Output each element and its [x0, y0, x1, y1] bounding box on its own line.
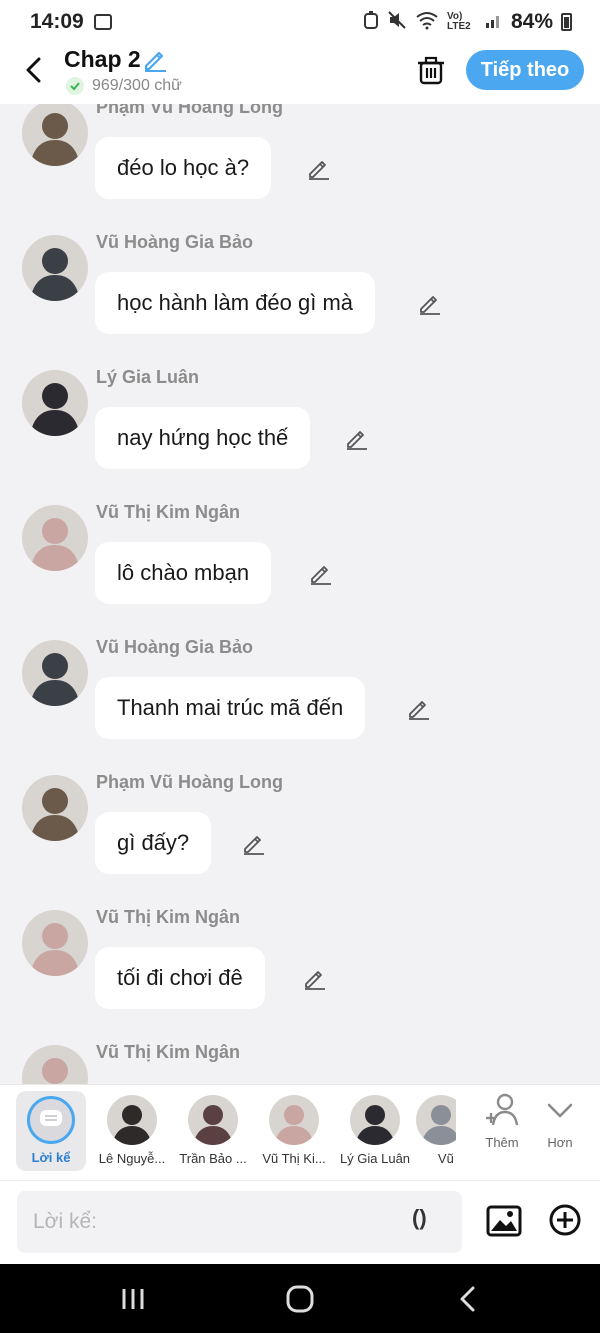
avatar[interactable]: [22, 370, 88, 436]
system-back-button[interactable]: [448, 1284, 488, 1314]
mute-icon: [387, 10, 407, 35]
home-button[interactable]: [280, 1284, 320, 1314]
status-time: 14:09: [30, 10, 84, 33]
character-label: Lý Gia Luân: [339, 1151, 411, 1166]
edit-message-icon[interactable]: [418, 291, 442, 315]
add-label: Thêm: [485, 1135, 519, 1150]
back-chevron-icon: [460, 1286, 475, 1312]
character-label: Trần Bảo ...: [179, 1151, 247, 1166]
image-icon[interactable]: [486, 1203, 522, 1239]
chevron-left-icon: [26, 57, 41, 83]
avatar[interactable]: [22, 505, 88, 571]
message-bubble[interactable]: nay hứng học thế: [95, 407, 311, 469]
message-list: Phạm Vũ Hoàng Long đéo lo học à? Vũ Hoàng …: [0, 104, 600, 1084]
edit-message-icon[interactable]: [345, 426, 369, 450]
more-button[interactable]: Hơn: [532, 1093, 588, 1150]
chapter-title[interactable]: Chap 2: [64, 46, 141, 73]
alarm-icon: [363, 10, 379, 35]
message-bubble[interactable]: học hành làm đéo gì mà: [95, 272, 376, 334]
home-icon: [286, 1285, 314, 1313]
message-bubble[interactable]: đéo lo học à?: [95, 137, 272, 199]
sender-name: Lý Gia Luân: [96, 367, 200, 387]
message-row: Vũ Thị Kim Ngân lô chào mbạn: [0, 502, 600, 637]
back-button[interactable]: [18, 52, 50, 88]
character-item[interactable]: Vũ Thị Ki...: [254, 1091, 334, 1171]
message-row: Phạm Vũ Hoàng Long gì đấy?: [0, 772, 600, 907]
parenthesis-button[interactable]: (): [412, 1205, 427, 1231]
sender-name: Vũ Thị Kim Ngân: [96, 1042, 240, 1062]
character-avatar: [269, 1095, 319, 1145]
wifi-icon: [415, 10, 439, 35]
trash-icon[interactable]: [414, 54, 448, 88]
message-row: Vũ Thị Kim Ngân: [0, 1042, 600, 1084]
chevron-down-icon: [547, 1103, 573, 1118]
avatar[interactable]: [22, 1045, 88, 1084]
edit-title-icon[interactable]: [142, 46, 168, 72]
recent-apps-icon: [122, 1289, 144, 1309]
next-button[interactable]: Tiếp theo: [466, 50, 584, 90]
avatar[interactable]: [22, 104, 88, 166]
status-icons: Vo) LTE2 84%: [363, 10, 572, 35]
add-character-button[interactable]: Thêm: [474, 1093, 530, 1150]
message-bubble[interactable]: Thanh mai trúc mã đến: [95, 677, 366, 739]
character-avatar: [350, 1095, 400, 1145]
narration-input[interactable]: [17, 1191, 462, 1253]
character-item[interactable]: Lý Gia Luân: [335, 1091, 415, 1171]
character-item[interactable]: Vũ Ho: [416, 1091, 456, 1171]
character-avatar: [107, 1095, 157, 1145]
input-bar: (): [0, 1180, 600, 1264]
sender-name: Vũ Hoàng Gia Bảo: [96, 637, 254, 657]
sender-name: Vũ Thị Kim Ngân: [96, 502, 240, 522]
chat-bubble-icon: [40, 1110, 62, 1126]
character-label: Vũ Ho: [437, 1151, 456, 1166]
word-count-text: 969/300 chữ: [92, 77, 182, 94]
plus-circle-icon[interactable]: [548, 1203, 582, 1237]
system-nav-bar: [0, 1264, 600, 1333]
avatar[interactable]: [22, 235, 88, 301]
more-label: Hơn: [547, 1135, 573, 1150]
edit-message-icon[interactable]: [307, 156, 331, 180]
edit-message-icon[interactable]: [303, 966, 327, 990]
character-label: Vũ Thị Ki...: [262, 1151, 326, 1166]
message-bubble[interactable]: lô chào mbạn: [95, 542, 272, 604]
edit-message-icon[interactable]: [309, 561, 333, 585]
sender-name: Vũ Hoàng Gia Bảo: [96, 232, 254, 252]
message-row: Phạm Vũ Hoàng Long đéo lo học à?: [0, 104, 600, 232]
word-count: 969/300 chữ: [66, 77, 182, 95]
character-label: Lê Nguyễ...: [98, 1151, 166, 1166]
character-item[interactable]: Lê Nguyễ...: [92, 1091, 172, 1171]
character-avatar: [416, 1095, 456, 1145]
message-row: Lý Gia Luân nay hứng học thế: [0, 367, 600, 502]
sender-name: Vũ Thị Kim Ngân: [96, 907, 240, 927]
narrator-tab[interactable]: Lời kể: [16, 1091, 86, 1171]
avatar[interactable]: [22, 640, 88, 706]
character-item[interactable]: Trần Bảo ...: [173, 1091, 253, 1171]
character-avatar: [188, 1095, 238, 1145]
signal-icon: [485, 11, 503, 34]
message-bubble[interactable]: gì đấy?: [95, 812, 212, 874]
check-icon: [66, 77, 84, 95]
recent-apps-button[interactable]: [113, 1284, 153, 1314]
message-row: Vũ Hoàng Gia Bảo học hành làm đéo gì mà: [0, 232, 600, 367]
edit-message-icon[interactable]: [242, 831, 266, 855]
avatar[interactable]: [22, 775, 88, 841]
image-notification-icon: [93, 14, 112, 30]
character-bar: Lời kể Lê Nguyễ... Trần Bảo ... Vũ Thị Ki.…: [0, 1084, 600, 1180]
network-label: Vo) LTE2: [446, 11, 471, 32]
avatar[interactable]: [22, 910, 88, 976]
status-bar: 14:09 Vo) LTE2 84%: [0, 0, 600, 44]
narrator-label: Lời kể: [31, 1150, 71, 1165]
sender-name: Phạm Vũ Hoàng Long: [96, 772, 283, 792]
message-row: Vũ Hoàng Gia Bảo Thanh mai trúc mã đến: [0, 637, 600, 772]
narrator-avatar: [27, 1096, 75, 1144]
message-row: Vũ Thị Kim Ngân tối đi chơi đê: [0, 907, 600, 1042]
app-header: Chap 2 969/300 chữ Tiếp theo: [0, 44, 600, 104]
message-bubble[interactable]: tối đi chơi đê: [95, 947, 265, 1009]
battery-icon: [561, 13, 572, 31]
edit-message-icon[interactable]: [407, 696, 431, 720]
add-person-icon: [486, 1093, 519, 1126]
sender-name: Phạm Vũ Hoàng Long: [96, 104, 283, 117]
battery-percent: 84%: [510, 10, 553, 33]
